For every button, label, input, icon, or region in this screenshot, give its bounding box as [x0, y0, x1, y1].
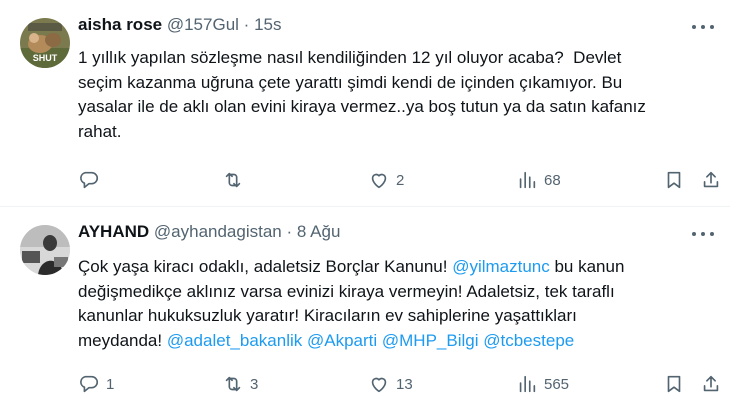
author-handle[interactable]: @ayhandagistan [154, 222, 282, 241]
tweet[interactable]: SHUT aisha rose @157Gul · 15s 1 yıllık y… [0, 0, 730, 206]
share-icon [703, 375, 719, 392]
retweet-icon [225, 172, 241, 188]
mention-link[interactable]: @tcbestepe [483, 331, 574, 350]
tweet-text-body: 1 yıllık yapılan sözleşme nasıl kendiliğ… [78, 48, 646, 141]
reply-icon [80, 375, 98, 393]
views-count: 565 [544, 375, 570, 393]
share-button[interactable] [700, 168, 722, 192]
reply-button[interactable]: 1 [78, 372, 114, 396]
like-button[interactable]: 2 [368, 168, 404, 192]
bookmark-button[interactable] [663, 168, 685, 192]
retweet-icon [225, 376, 241, 392]
more-icon[interactable] [692, 20, 714, 34]
bookmark-button[interactable] [663, 372, 685, 396]
reply-count: 1 [106, 375, 115, 393]
timestamp[interactable]: 15s [254, 15, 281, 34]
tweet-text: Çok yaşa kiracı odaklı, adaletsiz Borçla… [78, 255, 718, 353]
like-button[interactable]: 13 [368, 372, 413, 396]
avatar[interactable] [20, 225, 70, 275]
bookmark-icon [667, 171, 681, 189]
views-button[interactable]: 68 [516, 168, 561, 192]
share-button[interactable] [700, 372, 722, 396]
tweet[interactable]: AYHAND @ayhandagistan · 8 Ağu Çok yaşa k… [0, 207, 730, 420]
mention-link[interactable]: @MHP_Bilgi [382, 331, 479, 350]
mention-link[interactable]: @adalet_bakanlik [167, 331, 302, 350]
reply-button[interactable] [78, 168, 106, 192]
tweet-actions: 1 3 13 565 [78, 372, 726, 396]
tweet-text-segment: Çok yaşa kiracı odaklı, adaletsiz Borçla… [78, 257, 453, 276]
separator: · [286, 222, 293, 241]
like-count: 13 [396, 375, 413, 393]
timestamp[interactable]: 8 Ağu [297, 222, 341, 241]
avatar-overlay-text: SHUT [33, 53, 58, 63]
mention-link[interactable]: @yilmaztunc [452, 257, 550, 276]
share-icon [703, 171, 719, 188]
like-count: 2 [396, 171, 405, 189]
author-name[interactable]: aisha rose [78, 15, 162, 34]
bookmark-icon [667, 375, 681, 393]
views-count: 68 [544, 171, 561, 189]
tweet-text: 1 yıllık yapılan sözleşme nasıl kendiliğ… [78, 46, 718, 144]
reply-icon [80, 171, 98, 189]
separator: · [243, 15, 250, 34]
heart-icon [371, 173, 387, 189]
heart-icon [371, 377, 387, 393]
tweet-actions: 2 68 [78, 168, 726, 192]
retweet-button[interactable] [222, 168, 250, 192]
tweet-header: aisha rose @157Gul · 15s [78, 14, 670, 36]
retweet-button[interactable]: 3 [222, 372, 258, 396]
mention-link[interactable]: @Akparti [307, 331, 377, 350]
views-button[interactable]: 565 [516, 372, 569, 396]
retweet-count: 3 [250, 375, 259, 393]
views-icon [519, 171, 536, 189]
more-icon[interactable] [692, 227, 714, 241]
avatar[interactable]: SHUT [20, 18, 70, 68]
tweet-header: AYHAND @ayhandagistan · 8 Ağu [78, 221, 670, 243]
author-handle[interactable]: @157Gul [167, 15, 239, 34]
author-name[interactable]: AYHAND [78, 222, 149, 241]
views-icon [519, 375, 536, 393]
